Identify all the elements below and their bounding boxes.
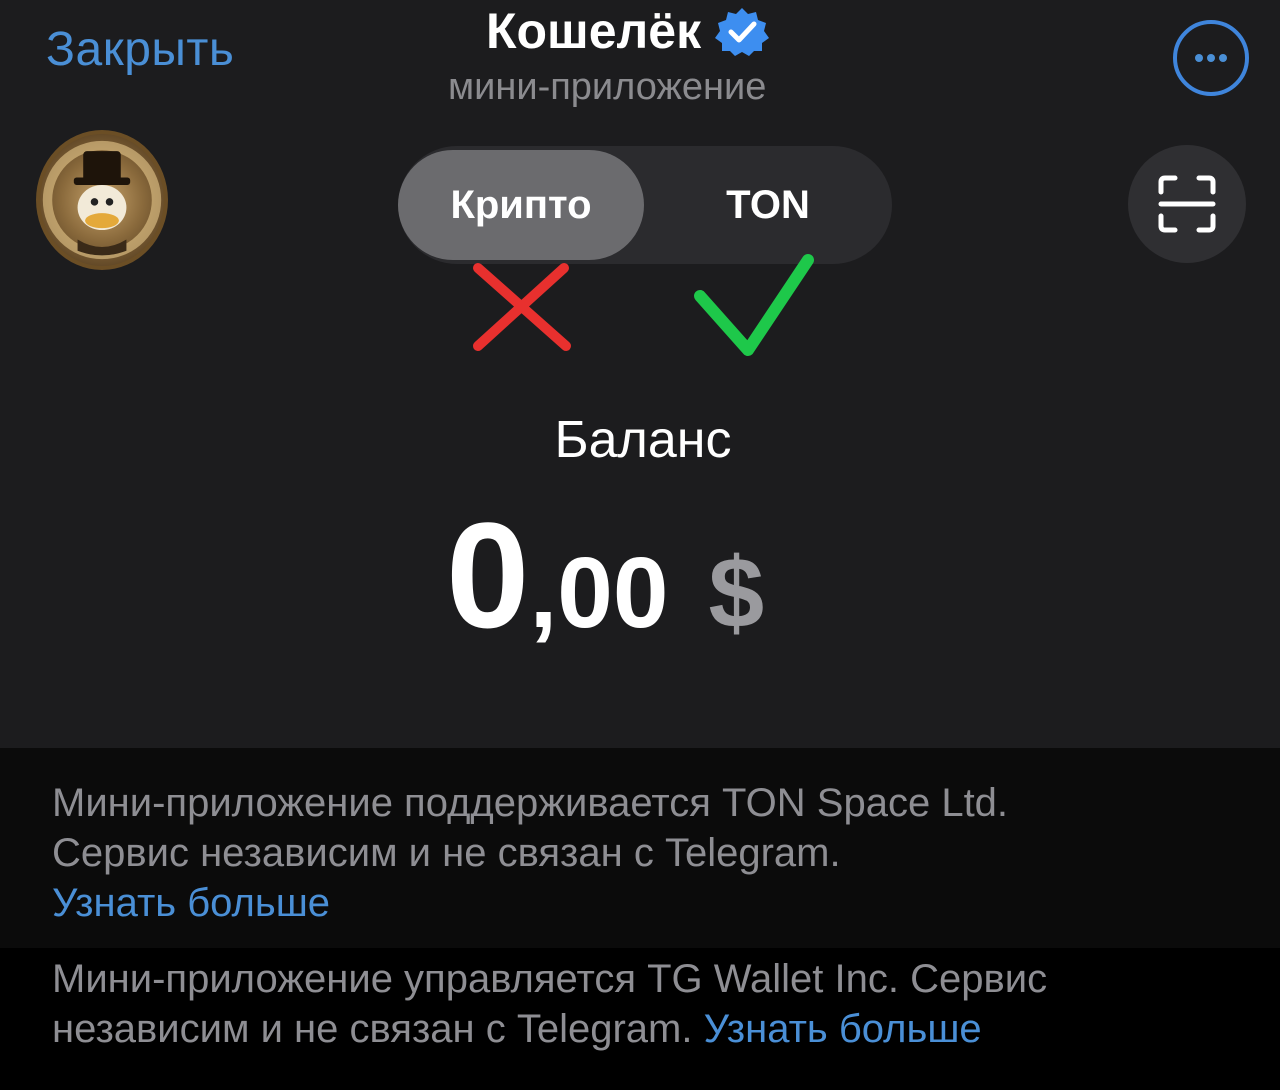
currency-tabs: Крипто TON [398, 146, 892, 264]
disclaimer-line: Мини-приложение управляется TG Wallet In… [52, 957, 1048, 1001]
tab-ton[interactable]: TON [644, 150, 892, 260]
learn-more-link[interactable]: Узнать больше [52, 878, 1280, 928]
avatar[interactable] [36, 130, 168, 270]
wallet-mini-app: Закрыть Кошелёк мини-приложение Крипто T… [0, 0, 1280, 1090]
balance-integer: 0 [446, 491, 530, 659]
scan-qr-button[interactable] [1128, 145, 1246, 263]
learn-more-link[interactable]: Узнать больше [704, 1007, 982, 1051]
disclaimer-line: Сервис независим и не связан с Telegram. [52, 831, 841, 875]
balance-label: Баланс [554, 411, 732, 469]
tab-crypto[interactable]: Крипто [398, 150, 644, 260]
disclaimer-line: Мини-приложение поддерживается TON Space… [52, 781, 1009, 825]
disclaimer-tg-wallet: Мини-приложение управляется TG Wallet In… [0, 948, 1280, 1090]
scan-icon [1158, 175, 1216, 233]
check-mark-icon [694, 254, 814, 356]
balance-amount: 0 ,00 $ [446, 500, 764, 650]
balance-currency: $ [708, 537, 765, 649]
disclaimer-line-with-link: независим и не связан с Telegram. Узнать… [52, 1004, 1280, 1054]
title-row: Кошелёк [486, 2, 773, 60]
header-title-area: Кошелёк мини-приложение [0, 0, 1280, 112]
more-dots-icon [1195, 54, 1227, 62]
disclaimer-ton-space: Мини-приложение поддерживается TON Space… [0, 748, 1280, 948]
verified-badge-icon [711, 6, 773, 56]
page-title: Кошелёк [486, 3, 702, 59]
page-subtitle: мини-приложение [448, 66, 767, 108]
more-menu-button[interactable] [1173, 20, 1249, 96]
balance-fraction: ,00 [529, 537, 669, 649]
cross-mark-icon [473, 263, 571, 351]
disclaimer-line-text: независим и не связан с Telegram. [52, 1007, 693, 1051]
